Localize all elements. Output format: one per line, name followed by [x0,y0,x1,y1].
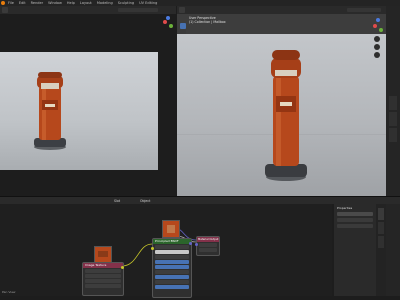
bsdf-field[interactable] [155,265,189,269]
gizmo-x-axis-icon[interactable] [163,20,167,24]
bsdf-field[interactable] [155,285,189,289]
shading-mode-buttons[interactable] [347,8,381,12]
viewport-scene [177,34,386,196]
bsdf-output-socket[interactable] [189,242,192,245]
image-preview-detail [98,251,108,257]
viewport-info-text: User Perspective (1) Collection | Mailbo… [189,16,226,24]
property-field[interactable] [337,224,373,228]
status-hint: Pan View [2,290,16,294]
surface-input-socket[interactable] [195,243,198,246]
node-sidebar-tabs [376,204,386,296]
left-viewport[interactable] [0,14,176,196]
image-node-field[interactable] [85,279,121,283]
bsdf-field[interactable] [155,250,189,254]
output-field[interactable] [199,248,217,252]
properties-panel-title: Properties [337,206,353,210]
bsdf-field[interactable] [155,275,189,279]
gizmo-z-axis-icon-right[interactable] [376,18,380,22]
sidebar-tabs [386,6,400,196]
bsdf-field[interactable] [155,245,189,249]
viewport-shading-icons[interactable] [118,8,158,12]
zoom-icon[interactable] [374,36,380,42]
image-node-field[interactable] [85,274,121,278]
object-label[interactable]: Object [140,199,150,203]
image-texture-node-header: Image Texture [83,263,123,268]
node-editor-header: Slot Object [0,197,400,204]
sidebar-tab-view[interactable] [389,128,397,142]
properties-panel: Properties [334,204,376,296]
collection-label: (1) Collection | Mailbox [189,20,226,24]
menu-item-edit[interactable]: Edit [19,1,26,5]
material-output-node[interactable]: Material Output [195,236,220,256]
menu-item-sculpting[interactable]: Sculpting [118,1,134,5]
menu-item-window[interactable]: Window [48,1,62,5]
right-viewport-header [177,6,386,14]
camera-view-icon[interactable] [374,52,380,58]
slot-label[interactable]: Slot [114,199,120,203]
node-tab[interactable] [378,208,384,220]
menu-item-layout[interactable]: Layout [80,1,92,5]
gizmo-y-axis-icon-right[interactable] [379,28,383,32]
blender-logo-icon[interactable] [1,1,5,5]
property-field[interactable] [337,212,373,216]
mailbox-object-right[interactable] [261,48,311,182]
left-viewport-header [0,6,176,14]
bsdf-field[interactable] [155,255,189,259]
mailbox-render-left [34,72,66,150]
gizmo-x-axis-icon-right[interactable] [373,24,377,28]
sidebar-tab-item[interactable] [389,96,397,110]
menu-item-uv-editing[interactable]: UV Editing [139,1,157,5]
output-field[interactable] [199,243,217,247]
select-tool-icon[interactable] [180,23,186,29]
menu-items: File Edit Render Window Help Layout Modeling Sc… [8,1,162,5]
editor-type-button[interactable] [2,7,8,13]
bsdf-field[interactable] [155,280,189,284]
camera-view-image [0,52,158,170]
menu-item-help[interactable]: Help [67,1,75,5]
menu-item-render[interactable]: Render [31,1,43,5]
menu-item-modeling[interactable]: Modeling [97,1,113,5]
bsdf-node-header: Principled BSDF [153,239,191,244]
bsdf-input-socket[interactable] [151,247,154,250]
texture-thumbnail-detail [167,225,175,233]
node-tab[interactable] [378,236,384,248]
menu-item-file[interactable]: File [8,1,14,5]
gizmo-y-axis-icon[interactable] [169,24,173,28]
output-node-header: Material Output [197,237,219,242]
color-output-socket[interactable] [121,266,124,269]
principled-bsdf-node[interactable]: Principled BSDF [151,238,192,298]
far-right-column [386,204,400,296]
node-editor-canvas[interactable]: Image Texture Principled BSDF Material O… [0,204,332,298]
node-tab[interactable] [378,222,384,234]
image-texture-node[interactable]: Image Texture [82,262,124,296]
texture-thumbnail[interactable] [162,220,180,238]
image-node-field[interactable] [85,284,121,288]
gizmo-z-axis-icon[interactable] [166,16,170,20]
right-viewport[interactable]: User Perspective (1) Collection | Mailbo… [177,14,386,196]
image-node-field[interactable] [85,269,121,273]
sidebar-tab-tool[interactable] [389,112,397,126]
property-field[interactable] [337,218,373,222]
bsdf-field[interactable] [155,260,189,264]
bsdf-field[interactable] [155,270,189,274]
pan-icon[interactable] [374,44,380,50]
editor-type-button-right[interactable] [179,7,185,13]
